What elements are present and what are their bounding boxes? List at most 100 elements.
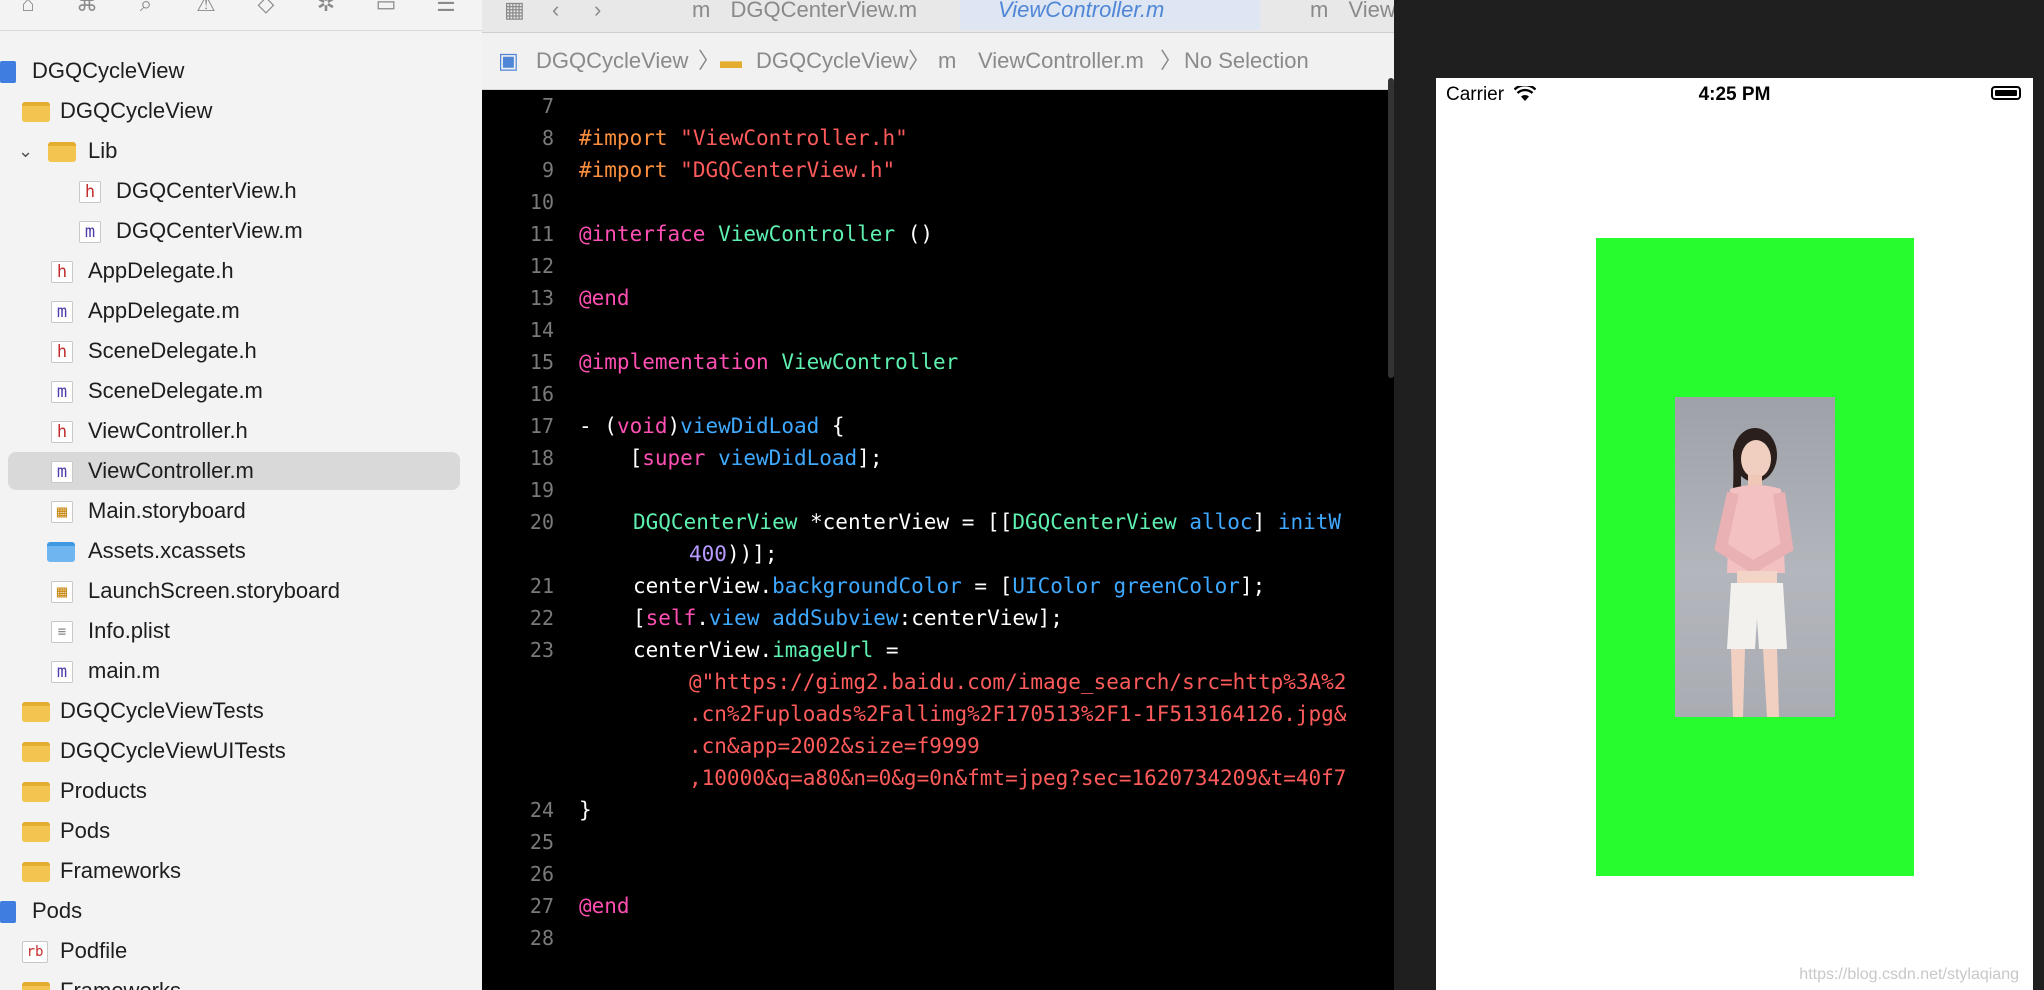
tree-item-label: SceneDelegate.h — [88, 338, 257, 363]
line-number: 8 — [541, 126, 554, 150]
status-bar: Carrier 4:25 PM — [1436, 78, 2033, 112]
tree-item-label: ViewController.m — [88, 458, 254, 483]
code-line: @implementation ViewController — [579, 350, 959, 374]
line-number: 28 — [529, 926, 554, 950]
folder-icon — [48, 142, 76, 162]
h-file-icon: h — [51, 261, 73, 283]
tree-item-file[interactable]: h ViewController.h — [0, 412, 470, 450]
folder-icon — [22, 782, 50, 802]
tab-viewcontroller-m[interactable]: ViewController.m — [960, 0, 1260, 30]
navigator-toolbar: ⌂ ⌘ ⌕ ⚠ ◇ ✲ ▭ ☰ — [0, 0, 482, 31]
tree-item-file-selected[interactable]: m ViewController.m — [8, 452, 460, 490]
tab-label: ViewController.m — [998, 0, 1165, 22]
test-icon[interactable]: ◇ — [254, 0, 278, 16]
tree-item-label: Info.plist — [88, 618, 170, 643]
tree-item-group[interactable]: DGQCycleViewTests — [0, 692, 470, 730]
tree-item-file[interactable]: h DGQCenterView.h — [0, 172, 470, 210]
tab-label: DGQCenterView.m — [730, 0, 918, 22]
storyboard-icon: ▦ — [51, 581, 73, 603]
tree-item-file[interactable]: ▦ Main.storyboard — [0, 492, 470, 530]
m-file-icon: m — [51, 461, 73, 483]
folder-icon — [22, 822, 50, 842]
folder-icon[interactable]: ⌂ — [16, 0, 40, 16]
folder-icon — [22, 702, 50, 722]
tree-item-group[interactable]: Frameworks — [0, 852, 470, 890]
code-line: #import "ViewController.h" — [579, 126, 908, 150]
tree-item-file[interactable]: h SceneDelegate.h — [0, 332, 470, 370]
line-number: 21 — [529, 574, 554, 598]
h-file-icon: h — [79, 181, 101, 203]
tree-item-group[interactable]: DGQCycleView — [0, 92, 470, 130]
tree-item-label: DGQCenterView.h — [116, 178, 297, 203]
ruby-file-icon: rb — [22, 941, 48, 963]
editor-tab-bar: ▦ ‹ › m DGQCenterView.m ViewController.m… — [482, 0, 1394, 33]
tree-item-label: DGQCenterView.m — [116, 218, 303, 243]
tree-item-label: AppDelegate.m — [88, 298, 240, 323]
tree-item-file[interactable]: m main.m — [0, 652, 470, 690]
tree-item-file[interactable]: m AppDelegate.m — [0, 292, 470, 330]
tree-item-label: Pods — [60, 818, 111, 843]
jumpbar-symbol[interactable]: No Selection — [1184, 33, 1309, 89]
jump-bar: ▣ DGQCycleView 〉 ▬ DGQCycleView 〉 m View… — [482, 33, 1394, 90]
tree-item-label: Lib — [88, 138, 118, 163]
search-icon[interactable]: ⌕ — [134, 0, 158, 16]
tree-item-label: DGQCycleViewTests — [60, 698, 264, 723]
tree-item-file[interactable]: Assets.xcassets — [0, 532, 470, 570]
tab-dgqcenterview-m[interactable]: m DGQCenterView.m — [692, 0, 942, 30]
tree-item-file[interactable]: h AppDelegate.h — [0, 252, 470, 290]
tree-item-group[interactable]: DGQCycleViewUITests — [0, 732, 470, 770]
line-number: 11 — [529, 222, 554, 246]
back-arrow-icon[interactable]: ‹ — [552, 0, 559, 30]
tree-item-label: Frameworks — [60, 858, 182, 883]
report-icon[interactable]: ☰ — [434, 0, 458, 16]
tree-item-label: Products — [60, 778, 147, 803]
jumpbar-group[interactable]: DGQCycleView — [756, 33, 908, 89]
m-file-icon: m — [692, 0, 711, 22]
tree-item-file[interactable]: rb Podfile — [0, 932, 470, 970]
tree-item-group-lib[interactable]: ⌄ Lib — [0, 132, 470, 170]
watermark: https://blog.csdn.net/stylaqiang — [1799, 966, 2019, 983]
tree-item-file[interactable]: m DGQCenterView.m — [0, 212, 470, 250]
chevron-right-icon: 〉 — [698, 48, 721, 73]
tree-item-group[interactable]: Pods — [0, 812, 470, 850]
m-file-icon: m — [1310, 0, 1329, 22]
code-line: @end — [579, 286, 630, 310]
code-editor[interactable]: 7 8 9 10 11 12 13 14 15 16 17 18 19 20 2… — [482, 90, 1394, 990]
code-line: [self.view addSubview:centerView]; — [633, 606, 1063, 630]
tree-item-label: main.m — [88, 658, 161, 683]
assets-folder-icon — [47, 542, 75, 562]
code-line: [super viewDidLoad]; — [579, 446, 883, 470]
tab-view[interactable]: m View — [1310, 0, 1394, 30]
forward-arrow-icon[interactable]: › — [594, 0, 601, 30]
m-file-icon: m — [51, 381, 73, 403]
project-icon — [0, 61, 16, 83]
line-number: 19 — [529, 478, 554, 502]
debug-icon[interactable]: ✲ — [314, 0, 338, 16]
battery-icon — [1991, 86, 2021, 100]
tree-item-group[interactable]: Frameworks — [0, 972, 470, 990]
grid-icon[interactable]: ▦ — [504, 0, 525, 30]
code-line: @interface ViewController () — [579, 222, 934, 246]
chevron-down-icon[interactable]: ⌄ — [18, 132, 38, 170]
tree-item-file[interactable]: m SceneDelegate.m — [0, 372, 470, 410]
code-line: } — [579, 798, 592, 822]
tree-item-group[interactable]: Products — [0, 772, 470, 810]
tree-item-file[interactable]: ▦ LaunchScreen.storyboard — [0, 572, 470, 610]
hierarchy-icon[interactable]: ⌘ — [75, 0, 99, 16]
tree-item-project[interactable]: DGQCycleView — [0, 52, 470, 90]
chevron-right-icon: 〉 — [908, 48, 931, 73]
tree-item-project[interactable]: Pods — [0, 892, 470, 930]
code-line: centerView.backgroundColor = [UIColor gr… — [633, 574, 1266, 598]
simulator-screen[interactable]: Carrier 4:25 PM https://blog.csdn.net/st… — [1436, 78, 2033, 990]
line-number: 12 — [529, 254, 554, 278]
jumpbar-file[interactable]: ViewController.m — [978, 33, 1144, 89]
jumpbar-project[interactable]: DGQCycleView — [536, 33, 688, 89]
code-line: DGQCenterView *centerView = [[DGQCenterV… — [633, 510, 1342, 534]
line-number: 16 — [529, 382, 554, 406]
warning-icon[interactable]: ⚠ — [194, 0, 218, 16]
center-view — [1596, 238, 1914, 876]
code-line: centerView.imageUrl = — [633, 638, 899, 662]
tree-item-label: Pods — [32, 898, 83, 923]
breakpoint-icon[interactable]: ▭ — [374, 0, 398, 16]
tree-item-file[interactable]: ≡ Info.plist — [0, 612, 470, 650]
